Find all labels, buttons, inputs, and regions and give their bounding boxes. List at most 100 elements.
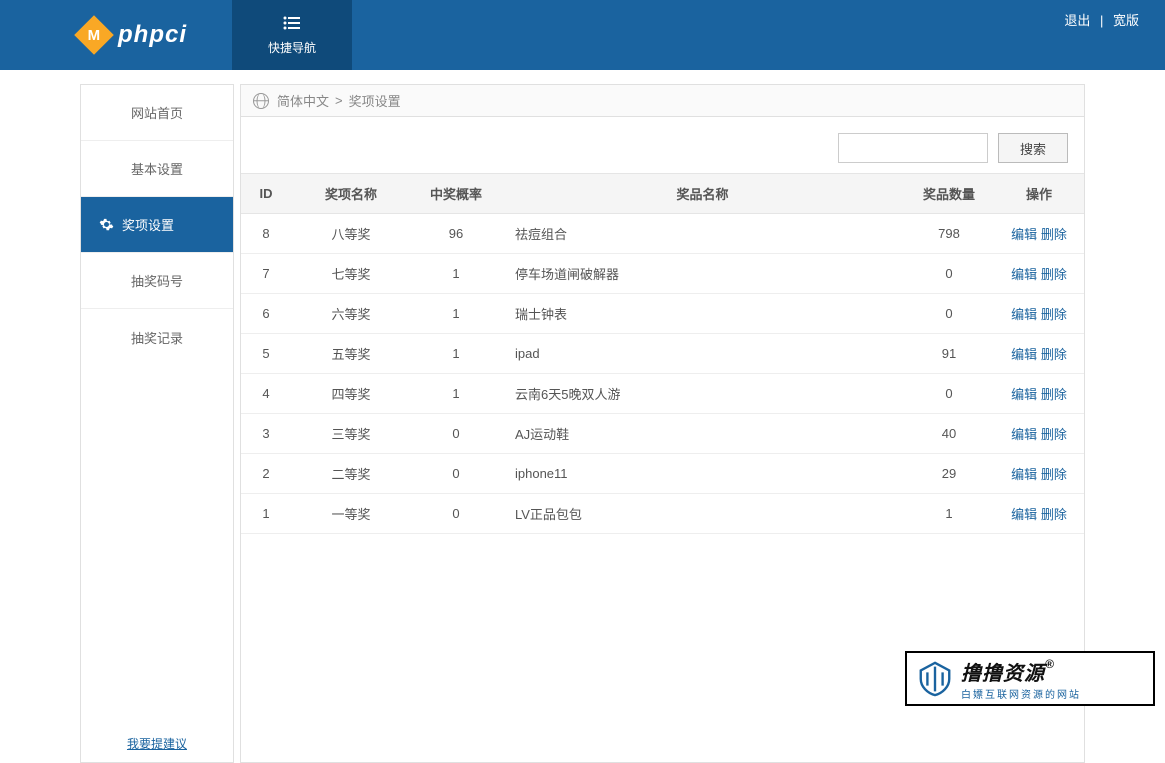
cell-id: 6 xyxy=(241,294,291,334)
delete-link[interactable]: 删除 xyxy=(1041,387,1067,402)
breadcrumb: 简体中文 > 奖项设置 xyxy=(241,85,1084,117)
cell-prob: 0 xyxy=(411,494,501,534)
cell-qty: 0 xyxy=(904,294,994,334)
edit-link[interactable]: 编辑 xyxy=(1011,267,1037,282)
col-prob: 中奖概率 xyxy=(411,174,501,214)
cell-qty: 91 xyxy=(904,334,994,374)
table-row: 5五等奖1ipad91 编辑 删除 xyxy=(241,334,1084,374)
cell-id: 3 xyxy=(241,414,291,454)
table-row: 4四等奖1云南6天5晚双人游0编辑 删除 xyxy=(241,374,1084,414)
cell-op: 编辑 删除 xyxy=(994,374,1084,414)
cell-id: 2 xyxy=(241,454,291,494)
col-id: ID xyxy=(241,174,291,214)
sidebar-item-1[interactable]: 基本设置 xyxy=(81,141,233,197)
wide-link[interactable]: 宽版 xyxy=(1107,13,1145,28)
cell-id: 5 xyxy=(241,334,291,374)
search-button[interactable]: 搜索 xyxy=(998,133,1068,163)
cell-op: 编辑 删除 xyxy=(994,254,1084,294)
table-row: 7七等奖1停车场道闸破解器0编辑 删除 xyxy=(241,254,1084,294)
cell-prob: 1 xyxy=(411,374,501,414)
delete-link[interactable]: 删除 xyxy=(1041,227,1067,242)
delete-link[interactable]: 删除 xyxy=(1041,347,1067,362)
table-row: 6六等奖1瑞士钟表0编辑 删除 xyxy=(241,294,1084,334)
sidebar-item-label: 奖项设置 xyxy=(122,215,174,234)
logo[interactable]: M phpci xyxy=(0,21,232,49)
delete-link[interactable]: 删除 xyxy=(1041,267,1067,282)
edit-link[interactable]: 编辑 xyxy=(1011,427,1037,442)
sidebar-item-2[interactable]: 奖项设置 xyxy=(81,197,233,253)
logo-badge-icon: M xyxy=(74,15,114,55)
breadcrumb-lang[interactable]: 简体中文 xyxy=(277,91,329,110)
watermark-icon xyxy=(915,659,955,699)
sidebar-item-0[interactable]: 网站首页 xyxy=(81,85,233,141)
cell-prize: iphone11 xyxy=(501,454,904,494)
delete-link[interactable]: 删除 xyxy=(1041,507,1067,522)
search-input[interactable] xyxy=(838,133,988,163)
edit-link[interactable]: 编辑 xyxy=(1011,227,1037,242)
cell-qty: 0 xyxy=(904,374,994,414)
cell-op: 编辑 删除 xyxy=(994,494,1084,534)
quick-nav-button[interactable]: 快捷导航 xyxy=(232,0,352,70)
cell-id: 8 xyxy=(241,214,291,254)
col-qty: 奖品数量 xyxy=(904,174,994,214)
cell-op: 编辑 删除 xyxy=(994,294,1084,334)
cell-prize: ipad xyxy=(501,334,904,374)
cell-name: 四等奖 xyxy=(291,374,411,414)
suggest-link[interactable]: 我要提建议 xyxy=(81,725,233,762)
edit-link[interactable]: 编辑 xyxy=(1011,387,1037,402)
table-header-row: ID 奖项名称 中奖概率 奖品名称 奖品数量 操作 xyxy=(241,174,1084,214)
col-name: 奖项名称 xyxy=(291,174,411,214)
breadcrumb-page: 奖项设置 xyxy=(349,91,401,110)
cell-prize: 瑞士钟表 xyxy=(501,294,904,334)
table-row: 2二等奖0iphone1129编辑 删除 xyxy=(241,454,1084,494)
sidebar-item-4[interactable]: 抽奖记录 xyxy=(81,309,233,365)
edit-link[interactable]: 编辑 xyxy=(1011,507,1037,522)
edit-link[interactable]: 编辑 xyxy=(1011,347,1037,362)
sidebar-item-3[interactable]: 抽奖码号 xyxy=(81,253,233,309)
cell-name: 五等奖 xyxy=(291,334,411,374)
cell-prob: 1 xyxy=(411,334,501,374)
cell-name: 七等奖 xyxy=(291,254,411,294)
cell-prob: 1 xyxy=(411,294,501,334)
cell-name: 八等奖 xyxy=(291,214,411,254)
cell-id: 4 xyxy=(241,374,291,414)
globe-icon xyxy=(253,93,269,109)
cell-prize: LV正品包包 xyxy=(501,494,904,534)
cell-prob: 1 xyxy=(411,254,501,294)
list-icon xyxy=(283,14,301,35)
cell-prize: AJ运动鞋 xyxy=(501,414,904,454)
table-row: 8八等奖96祛痘组合798编辑 删除 xyxy=(241,214,1084,254)
delete-link[interactable]: 删除 xyxy=(1041,307,1067,322)
quick-nav-label: 快捷导航 xyxy=(268,39,316,56)
sidebar-item-label: 抽奖码号 xyxy=(131,271,183,290)
sidebar-item-label: 抽奖记录 xyxy=(131,328,183,347)
watermark-badge: 撸撸资源® 白嫖互联网资源的网站 xyxy=(905,651,1155,706)
cell-op: 编辑 删除 xyxy=(994,454,1084,494)
cell-qty: 798 xyxy=(904,214,994,254)
sidebar: 网站首页基本设置奖项设置抽奖码号抽奖记录 我要提建议 xyxy=(80,84,234,763)
cell-name: 二等奖 xyxy=(291,454,411,494)
cell-name: 一等奖 xyxy=(291,494,411,534)
cell-op: 编辑 删除 xyxy=(994,214,1084,254)
cell-name: 三等奖 xyxy=(291,414,411,454)
edit-link[interactable]: 编辑 xyxy=(1011,307,1037,322)
delete-link[interactable]: 删除 xyxy=(1041,467,1067,482)
table-row: 3三等奖0AJ运动鞋40 编辑 删除 xyxy=(241,414,1084,454)
cell-qty: 40 xyxy=(904,414,994,454)
sidebar-item-label: 基本设置 xyxy=(131,159,183,178)
col-op: 操作 xyxy=(994,174,1084,214)
logo-text: phpci xyxy=(118,21,187,49)
logout-link[interactable]: 退出 xyxy=(1058,13,1096,28)
cell-name: 六等奖 xyxy=(291,294,411,334)
cell-prob: 96 xyxy=(411,214,501,254)
edit-link[interactable]: 编辑 xyxy=(1011,467,1037,482)
top-links: 退出 | 宽版 xyxy=(1058,10,1145,29)
cell-qty: 29 xyxy=(904,454,994,494)
delete-link[interactable]: 删除 xyxy=(1041,427,1067,442)
sidebar-item-label: 网站首页 xyxy=(131,103,183,122)
cell-prob: 0 xyxy=(411,414,501,454)
col-prize: 奖品名称 xyxy=(501,174,904,214)
cell-prize: 停车场道闸破解器 xyxy=(501,254,904,294)
gear-icon xyxy=(99,217,114,232)
search-bar: 搜索 xyxy=(241,117,1084,173)
